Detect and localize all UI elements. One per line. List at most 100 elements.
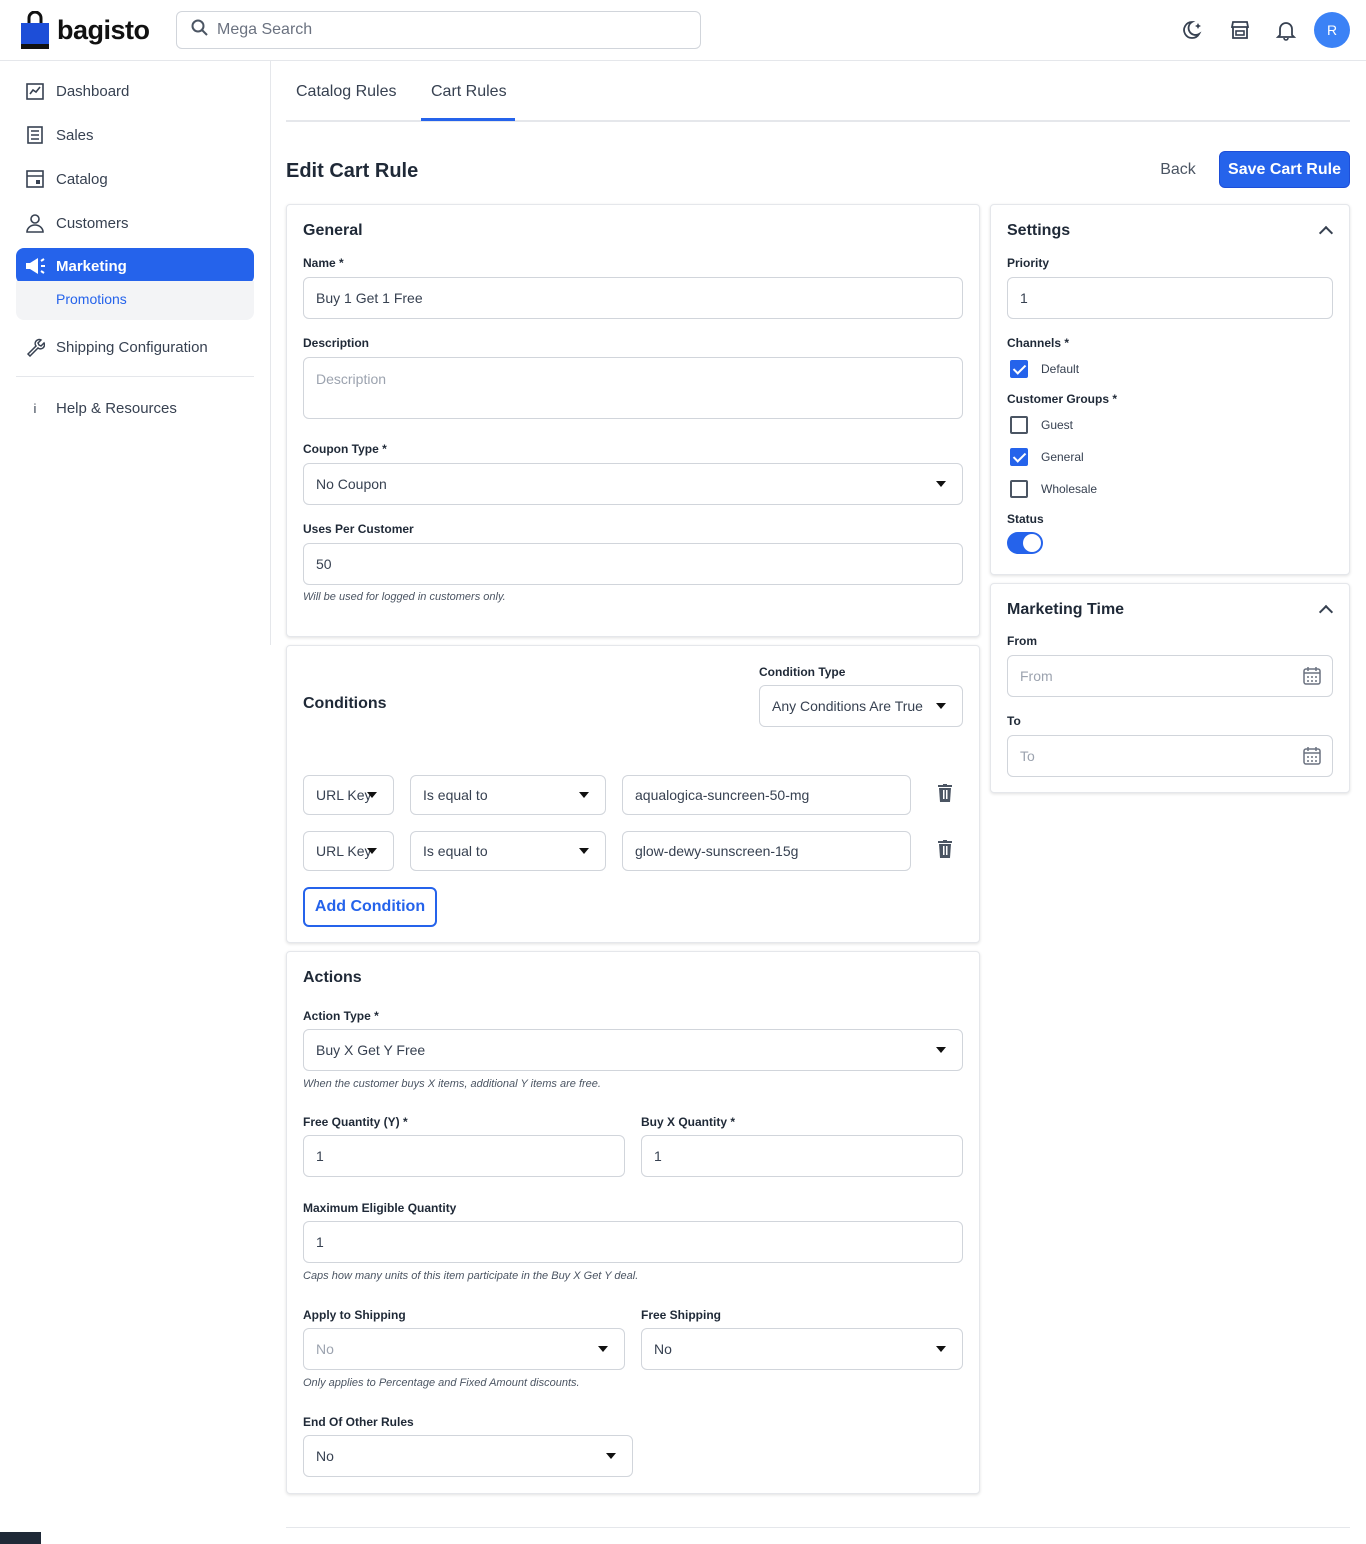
to-label: To <box>1007 714 1021 728</box>
settings-title: Settings <box>1007 222 1071 239</box>
condition-operator-select[interactable]: Is equal to <box>410 775 606 815</box>
submenu-item-promotions[interactable]: Promotions <box>56 291 127 307</box>
status-label: Status <box>1007 512 1044 526</box>
apply-to-shipping-hint: Only applies to Percentage and Fixed Amo… <box>303 1377 580 1389</box>
add-condition-button[interactable]: Add Condition <box>303 887 437 927</box>
to-placeholder: To <box>1020 748 1035 764</box>
logo-text: bagisto <box>57 14 150 45</box>
condition-attribute-value: URL Key <box>316 787 372 803</box>
sidebar-item-sales[interactable]: Sales <box>16 117 254 153</box>
channel-default-checkbox[interactable] <box>1010 360 1028 378</box>
debug-toolbar-toggle[interactable] <box>0 1532 41 1544</box>
chevron-up-icon[interactable] <box>1318 225 1334 241</box>
calendar-icon[interactable] <box>1302 746 1322 766</box>
description-label: Description <box>303 336 370 350</box>
end-of-other-rules-value: No <box>316 1448 334 1464</box>
sidebar-item-label: Sales <box>56 126 94 144</box>
condition-operator-select[interactable]: Is equal to <box>410 831 606 871</box>
condition-attribute-select[interactable]: URL Key <box>303 775 394 815</box>
uses-per-customer-label: Uses Per Customer <box>303 522 414 536</box>
rules-tabs: Catalog Rules Cart Rules <box>286 61 1350 122</box>
channels-label: Channels * <box>1007 336 1070 350</box>
coupon-type-label: Coupon Type * <box>303 442 387 456</box>
marketing-time-card: Marketing Time From From To To <box>990 583 1350 793</box>
sidebar-item-marketing[interactable]: Marketing <box>16 248 254 284</box>
logo[interactable]: bagisto <box>21 10 150 49</box>
sidebar-item-label: Shipping Configuration <box>56 338 208 356</box>
condition-type-select[interactable]: Any Conditions Are True <box>759 685 963 727</box>
chevron-up-icon[interactable] <box>1318 604 1334 620</box>
tab-catalog-rules[interactable]: Catalog Rules <box>296 83 397 101</box>
sidebar-item-dashboard[interactable]: Dashboard <box>16 73 254 109</box>
sidebar-item-customers[interactable]: Customers <box>16 205 254 241</box>
general-title: General <box>303 222 363 239</box>
condition-attribute-select[interactable]: URL Key <box>303 831 394 871</box>
sidebar-item-help-resources[interactable]: i Help & Resources <box>16 390 254 426</box>
sidebar-item-catalog[interactable]: Catalog <box>16 161 254 197</box>
bag-logo-icon <box>21 10 49 49</box>
megaphone-icon <box>24 255 46 277</box>
catalog-icon <box>24 168 46 190</box>
page-title: Edit Cart Rule <box>286 160 419 182</box>
general-card: General Name * Buy 1 Get 1 Free Descript… <box>286 204 980 637</box>
wrench-icon <box>24 336 46 358</box>
end-of-other-rules-label: End Of Other Rules <box>303 1415 414 1429</box>
end-of-other-rules-select[interactable]: No <box>303 1435 633 1477</box>
status-toggle[interactable] <box>1007 532 1043 554</box>
footer-divider <box>286 1527 1350 1528</box>
free-shipping-select[interactable]: No <box>641 1328 963 1370</box>
action-type-select[interactable]: Buy X Get Y Free <box>303 1029 963 1071</box>
calendar-icon[interactable] <box>1302 666 1322 686</box>
condition-value-field[interactable]: aqualogica-suncreen-50-mg <box>622 775 911 815</box>
name-field[interactable]: Buy 1 Get 1 Free <box>303 277 963 319</box>
chevron-down-icon <box>367 792 377 798</box>
max-eligible-quantity-field[interactable]: 1 <box>303 1221 963 1263</box>
chevron-down-icon <box>579 792 589 798</box>
to-date-field[interactable]: To <box>1007 735 1333 777</box>
sidebar-item-shipping-configuration[interactable]: Shipping Configuration <box>16 329 254 365</box>
active-tab-indicator <box>421 118 515 121</box>
chevron-down-icon <box>936 703 946 709</box>
group-general-checkbox[interactable] <box>1010 448 1028 466</box>
tab-cart-rules[interactable]: Cart Rules <box>431 83 507 101</box>
sidebar-item-label: Help & Resources <box>56 399 177 417</box>
back-button[interactable]: Back <box>1148 151 1208 188</box>
search-input[interactable] <box>217 21 667 39</box>
mega-search[interactable] <box>176 11 701 49</box>
free-shipping-label: Free Shipping <box>641 1308 722 1322</box>
buy-quantity-field[interactable]: 1 <box>641 1135 963 1177</box>
apply-to-shipping-select[interactable]: No <box>303 1328 625 1370</box>
condition-value-field[interactable]: glow-dewy-sunscreen-15g <box>622 831 911 871</box>
save-cart-rule-button[interactable]: Save Cart Rule <box>1219 151 1350 188</box>
action-type-value: Buy X Get Y Free <box>316 1042 426 1058</box>
avatar[interactable]: R <box>1314 12 1350 48</box>
from-label: From <box>1007 634 1037 648</box>
dark-mode-icon[interactable] <box>1176 12 1212 48</box>
group-wholesale-checkbox[interactable] <box>1010 480 1028 498</box>
trash-icon[interactable] <box>936 838 954 860</box>
description-field[interactable]: Description <box>303 357 963 419</box>
marketing-time-title: Marketing Time <box>1007 601 1125 618</box>
coupon-type-select[interactable]: No Coupon <box>303 463 963 505</box>
sidebar: Dashboard Sales Catalog Customers Market… <box>0 61 271 645</box>
trash-icon[interactable] <box>936 782 954 804</box>
marketing-submenu: Promotions <box>16 281 254 320</box>
from-date-field[interactable]: From <box>1007 655 1333 697</box>
condition-attribute-value: URL Key <box>316 843 372 859</box>
sales-icon <box>24 124 46 146</box>
chevron-down-icon <box>579 848 589 854</box>
free-quantity-field[interactable]: 1 <box>303 1135 625 1177</box>
storefront-icon[interactable] <box>1222 12 1258 48</box>
priority-field[interactable]: 1 <box>1007 277 1333 319</box>
bell-icon[interactable] <box>1268 12 1304 48</box>
group-guest-checkbox[interactable] <box>1010 416 1028 434</box>
customer-groups-label: Customer Groups * <box>1007 392 1118 406</box>
actions-card: Actions Action Type * Buy X Get Y Free W… <box>286 951 980 1494</box>
search-icon <box>191 19 209 42</box>
buy-quantity-label: Buy X Quantity * <box>641 1115 736 1129</box>
condition-operator-value: Is equal to <box>423 787 488 803</box>
customers-icon <box>24 212 46 234</box>
chevron-down-icon <box>936 1047 946 1053</box>
uses-per-customer-field[interactable]: 50 <box>303 543 963 585</box>
chevron-down-icon <box>367 848 377 854</box>
